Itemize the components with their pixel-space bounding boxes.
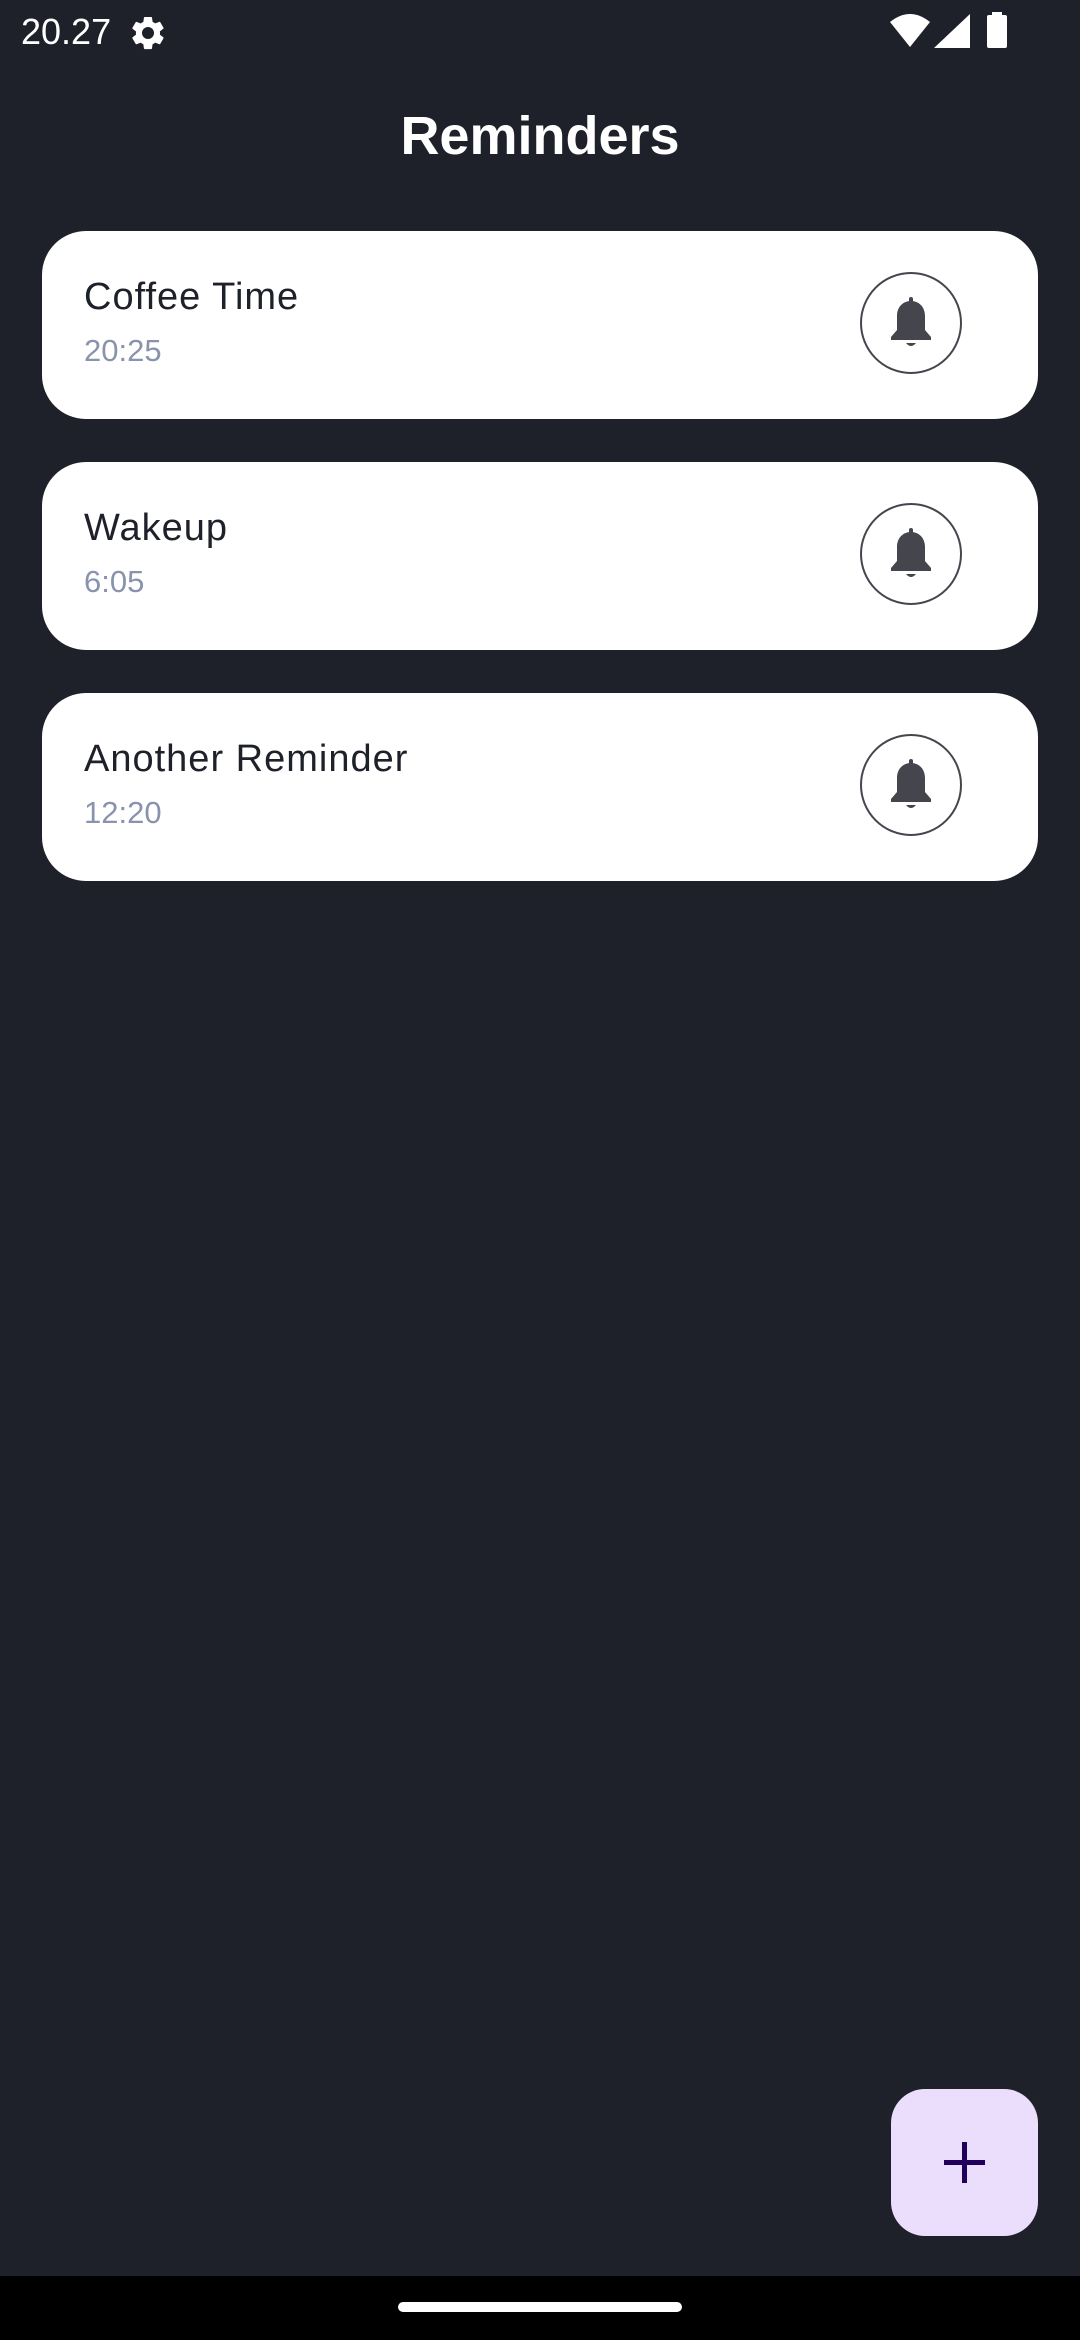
reminder-time: 20:25 <box>84 333 162 368</box>
bell-icon <box>891 297 931 346</box>
reminder-title: Another Reminder <box>84 738 409 780</box>
reminder-time: 12:20 <box>84 795 162 830</box>
reminder-card[interactable]: Another Reminder 12:20 <box>42 693 1038 881</box>
reminder-bell-button[interactable] <box>860 503 962 605</box>
reminder-time: 6:05 <box>84 564 145 599</box>
reminder-title: Coffee Time <box>84 276 300 318</box>
reminder-bell-button[interactable] <box>860 272 962 374</box>
reminder-card[interactable]: Coffee Time 20:25 <box>42 231 1038 419</box>
battery-icon <box>986 12 1008 53</box>
wifi-icon <box>890 14 930 53</box>
reminder-title: Wakeup <box>84 507 228 549</box>
reminder-card[interactable]: Wakeup 6:05 <box>42 462 1038 650</box>
gear-icon <box>128 13 168 53</box>
add-reminder-button[interactable] <box>891 2089 1038 2236</box>
status-bar: 20.27 <box>0 0 1080 64</box>
reminder-bell-button[interactable] <box>860 734 962 836</box>
bell-icon <box>891 759 931 808</box>
home-indicator[interactable] <box>398 2302 682 2312</box>
page-title: Reminders <box>400 106 680 166</box>
status-time: 20.27 <box>21 11 112 52</box>
plus-icon <box>944 2142 985 2183</box>
cellular-signal-icon <box>934 14 970 53</box>
bell-icon <box>891 528 931 577</box>
